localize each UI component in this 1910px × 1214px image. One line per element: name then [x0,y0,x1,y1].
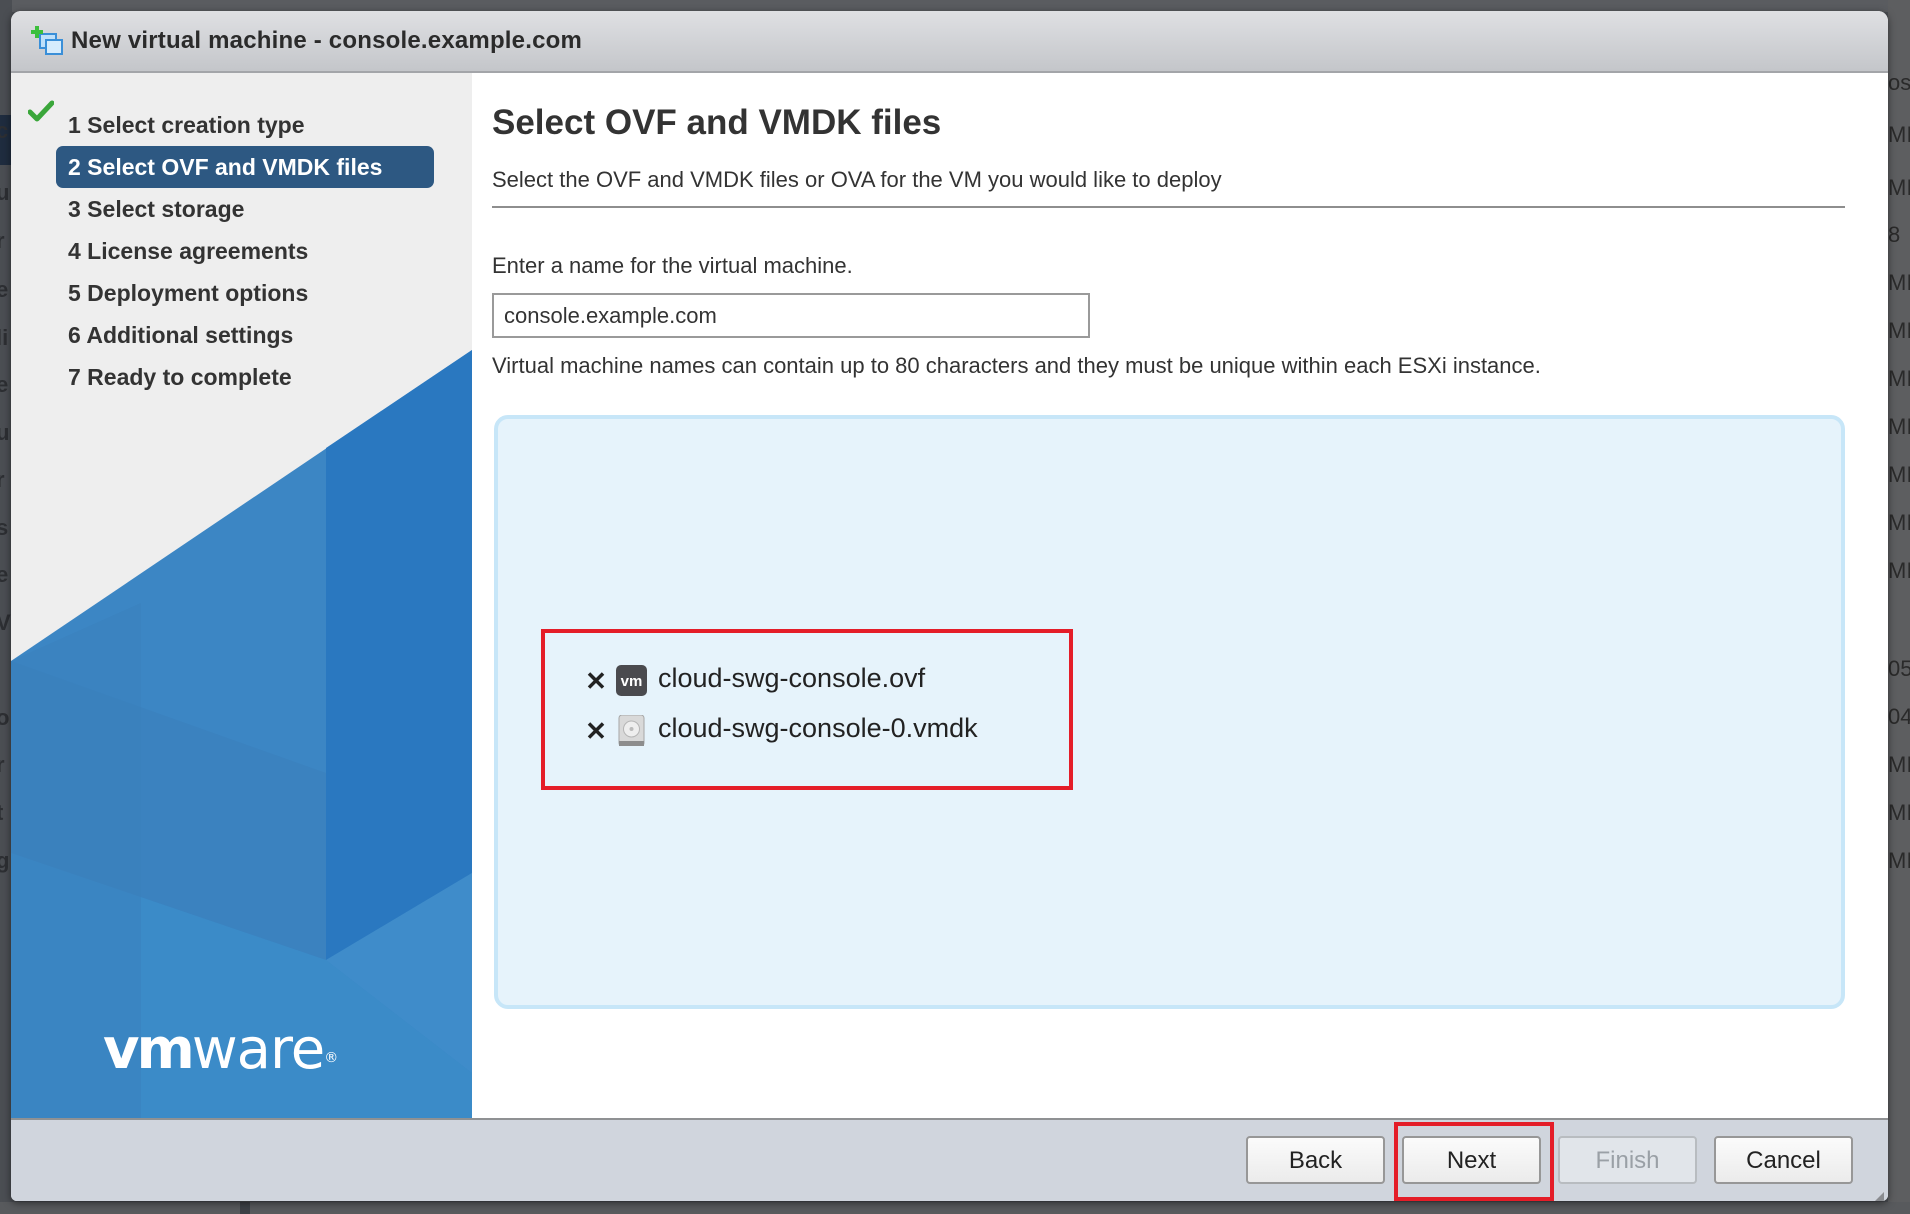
background-text: e [0,277,9,302]
background-text: MI [1888,366,1910,391]
wizard-step-1[interactable]: 1 Select creation type [56,104,317,146]
svg-text:vm: vm [621,673,643,690]
next-button[interactable]: Next [1402,1136,1541,1184]
vmware-logo: vmware® [103,1017,338,1082]
background-text: MI [1888,122,1910,147]
background-text: u [0,420,10,445]
background-text: e [0,372,9,397]
vm-file-icon: vm [616,665,647,696]
background-text: MI [1888,848,1910,873]
wizard-steps-sidebar: 1 Select creation type 2 Select OVF and … [11,73,472,1118]
background-text: e [0,562,9,587]
page-subtitle: Select the OVF and VMDK files or OVA for… [492,167,1222,192]
background-text: MI [1888,558,1910,583]
background-text: MI [1888,318,1910,343]
file-name: cloud-swg-console-0.vmdk [658,713,978,743]
background-text: li [0,325,9,350]
file-name: cloud-swg-console.ovf [658,663,926,693]
background-text: r [0,752,5,777]
wizard-step-5[interactable]: 5 Deployment options [56,272,320,314]
background-text: s [0,515,9,540]
remove-file-icon[interactable]: ✕ [584,668,608,694]
background-text: u [0,180,10,205]
remove-file-icon[interactable]: ✕ [584,718,608,744]
wizard-step-4[interactable]: 4 License agreements [56,230,320,272]
back-button[interactable]: Back [1246,1136,1385,1184]
background-text: r [0,228,5,253]
background-text: r [0,467,5,492]
wizard-step-6[interactable]: 6 Additional settings [56,314,305,356]
new-vm-icon [31,25,65,59]
background-text: c [0,118,9,143]
resize-grip-icon[interactable] [1874,1189,1884,1201]
background-text: V [0,610,11,635]
background-text: 8 [1888,222,1901,247]
new-vm-wizard-dialog: New virtual machine - console.example.co… [11,11,1888,1201]
background-text: g [0,848,10,873]
step-completed-check-icon [27,100,55,122]
background-text: MI [1888,800,1910,825]
wizard-footer: Back Next Finish Cancel [11,1118,1888,1201]
background-text: t [0,800,3,826]
wizard-step-2[interactable]: 2 Select OVF and VMDK files [56,146,434,188]
background-text: MI [1888,414,1910,439]
disk-file-icon [616,714,647,747]
finish-button[interactable]: Finish [1558,1136,1697,1184]
background-text: ost [1888,70,1910,95]
vmware-logo-ware: ware [191,1017,325,1082]
dialog-titlebar[interactable]: New virtual machine - console.example.co… [11,11,1888,73]
vm-name-hint: Virtual machine names can contain up to … [492,353,1541,378]
background-status-bar [0,1202,1910,1214]
dialog-title: New virtual machine - console.example.co… [71,27,583,54]
background-text: 05 [1888,656,1910,681]
header-divider [492,206,1845,208]
background-text: MI [1888,752,1910,777]
background-text: 04 [1888,704,1910,729]
background-text: MI [1888,462,1910,487]
background-text: MI [1888,175,1910,200]
files-highlight-annotation [541,629,1073,790]
background-text: MI [1888,270,1910,295]
cancel-button[interactable]: Cancel [1714,1136,1853,1184]
wizard-content: Select OVF and VMDK files Select the OVF… [472,73,1888,1118]
vmware-logo-vm: vm [103,1017,195,1082]
wizard-step-7[interactable]: 7 Ready to complete [56,356,304,398]
wizard-step-3[interactable]: 3 Select storage [56,188,256,230]
vm-name-label: Enter a name for the virtual machine. [492,253,853,278]
background-vm-list: ost MI MI 8 MI MI MI MI MI MI MI 05 04 M… [1888,0,1910,1214]
registered-mark: ® [324,1050,338,1066]
page-title: Select OVF and VMDK files [492,103,942,142]
background-splitter [240,1202,250,1214]
background-text: MI [1888,510,1910,535]
vm-name-input[interactable] [492,293,1090,338]
background-text: o [0,705,10,730]
